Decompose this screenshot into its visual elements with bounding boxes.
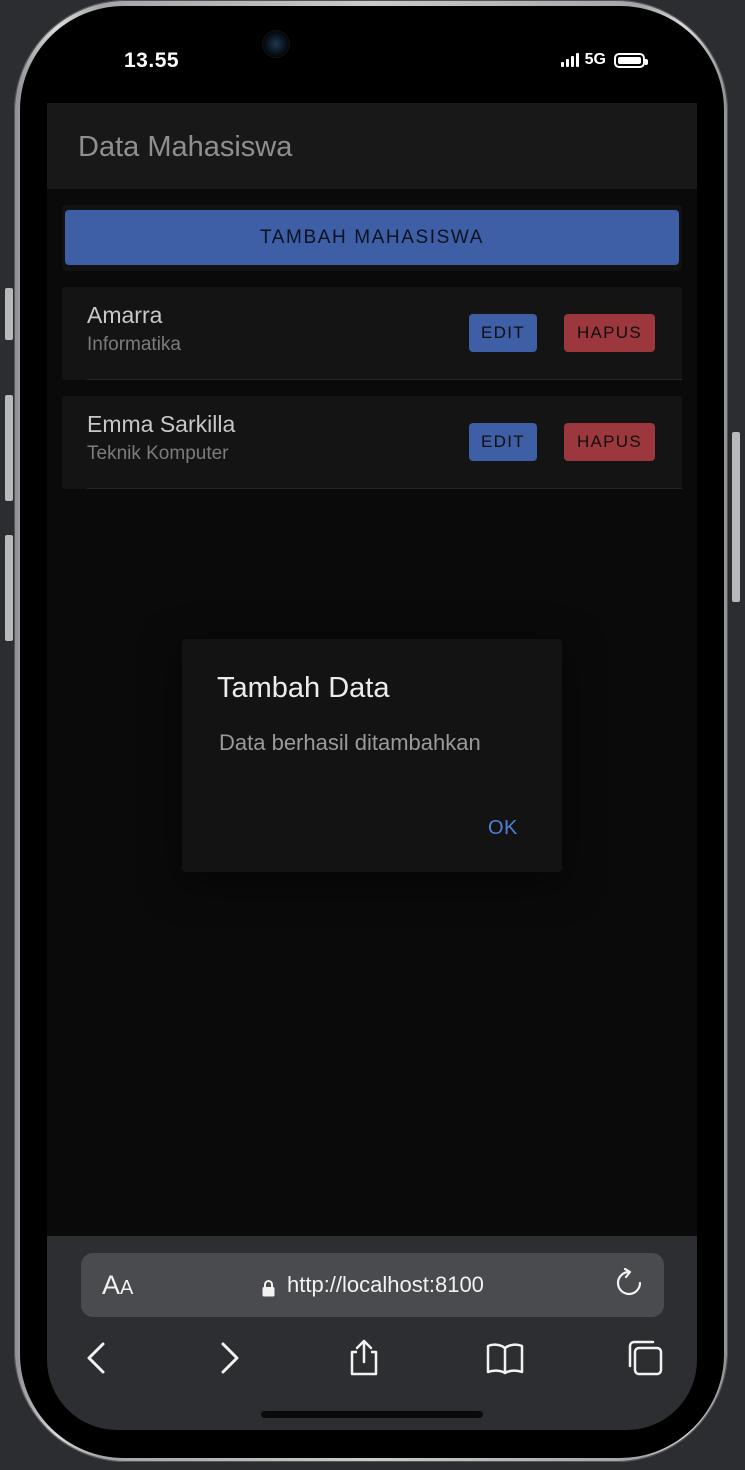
address-bar[interactable]: AA http://localhost:8100 — [81, 1253, 664, 1317]
lock-icon — [262, 1280, 275, 1297]
status-indicators: 5G — [560, 51, 648, 69]
aa-icon[interactable]: AA — [102, 1270, 133, 1301]
app-view: Data Mahasiswa TAMBAH MAHASISWA Amarra I… — [47, 103, 697, 1236]
dialog-message: Data berhasil ditambahkan — [219, 730, 481, 755]
status-time: 13.55 — [124, 49, 180, 72]
status-bar: 13.55 5G — [47, 18, 697, 103]
app-toolbar: Data Mahasiswa — [47, 103, 697, 189]
student-program: Teknik Komputer — [87, 443, 229, 464]
dialog-title: Tambah Data — [217, 672, 390, 704]
volume-down-button — [5, 535, 13, 641]
url-text[interactable]: http://localhost:8100 — [287, 1272, 484, 1298]
signal-icon — [560, 53, 579, 67]
phone-screen: 13.55 5G Data Mahasiswa TAMBAH MAHASISWA… — [47, 18, 697, 1430]
edit-button[interactable]: EDIT — [469, 423, 537, 461]
volume-up-button — [5, 395, 13, 501]
network-type: 5G — [584, 51, 606, 68]
share-icon[interactable] — [344, 1338, 384, 1378]
delete-button[interactable]: HAPUS — [564, 314, 655, 352]
tabs-icon[interactable] — [625, 1338, 665, 1378]
front-camera — [262, 30, 290, 58]
student-name: Amarra — [87, 302, 163, 328]
student-item[interactable]: Amarra Informatika EDIT HAPUS — [62, 287, 682, 380]
student-program: Informatika — [87, 334, 181, 355]
bookmarks-icon[interactable] — [485, 1338, 525, 1378]
app-content: TAMBAH MAHASISWA Amarra Informatika EDIT… — [47, 189, 697, 1236]
add-button-container: TAMBAH MAHASISWA — [62, 205, 682, 271]
student-name: Emma Sarkilla — [87, 411, 236, 437]
student-item[interactable]: Emma Sarkilla Teknik Komputer EDIT HAPUS — [62, 396, 682, 489]
dialog-ok-button[interactable]: OK — [488, 817, 518, 840]
browser-toolbar: AA http://localhost:8100 — [47, 1236, 697, 1430]
battery-icon — [614, 52, 648, 68]
silent-switch — [5, 288, 13, 340]
edit-button[interactable]: EDIT — [469, 314, 537, 352]
reload-icon[interactable] — [613, 1267, 645, 1299]
back-icon[interactable] — [77, 1338, 117, 1378]
home-indicator[interactable] — [261, 1411, 483, 1418]
add-student-button[interactable]: TAMBAH MAHASISWA — [65, 210, 679, 265]
delete-button[interactable]: HAPUS — [564, 423, 655, 461]
alert-dialog: Tambah Data Data berhasil ditambahkan OK — [182, 639, 562, 872]
power-button — [732, 432, 740, 602]
page-title: Data Mahasiswa — [78, 131, 293, 163]
forward-icon[interactable] — [209, 1338, 249, 1378]
